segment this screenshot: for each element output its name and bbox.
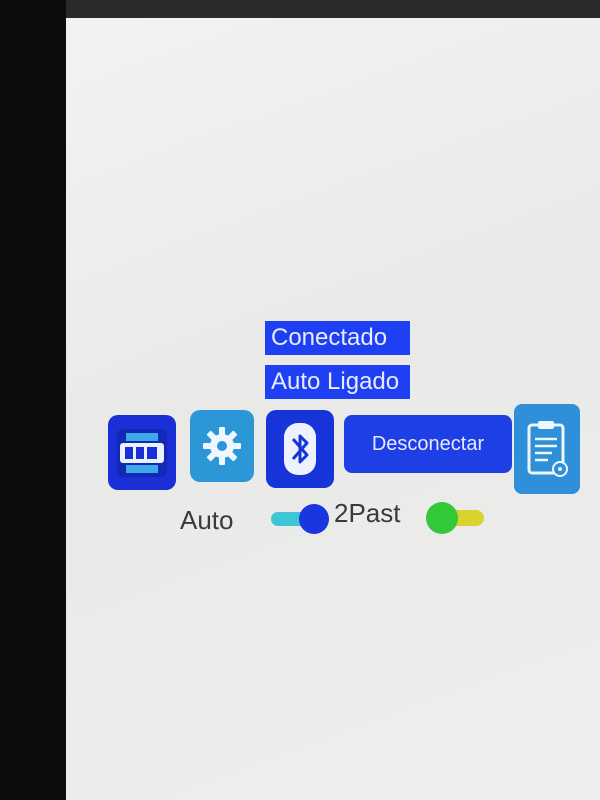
- status-bar: [66, 0, 600, 18]
- app-screen: Conectado Auto Ligado Desconectar Auto 2…: [66, 18, 600, 800]
- past-toggle[interactable]: [426, 502, 486, 534]
- auto-toggle-thumb[interactable]: [299, 504, 329, 534]
- settings-button[interactable]: [190, 410, 254, 482]
- device-bezel: [0, 0, 66, 800]
- past-switch-label: 2Past: [334, 498, 401, 528]
- past-toggle-thumb[interactable]: [426, 502, 458, 534]
- gear-icon: [203, 427, 241, 465]
- auto-switch-label: Auto: [180, 505, 234, 535]
- report-button[interactable]: [514, 404, 580, 494]
- connection-status-label: Conectado: [265, 321, 410, 355]
- disconnect-button[interactable]: Desconectar: [344, 415, 512, 473]
- bluetooth-icon: [284, 423, 316, 475]
- bluetooth-button[interactable]: [266, 410, 334, 488]
- app-logo-button[interactable]: [108, 415, 176, 490]
- app-logo-icon: [117, 428, 167, 477]
- auto-state-label: Auto Ligado: [265, 365, 410, 399]
- auto-toggle[interactable]: [271, 504, 329, 534]
- clipboard-icon: [527, 421, 568, 477]
